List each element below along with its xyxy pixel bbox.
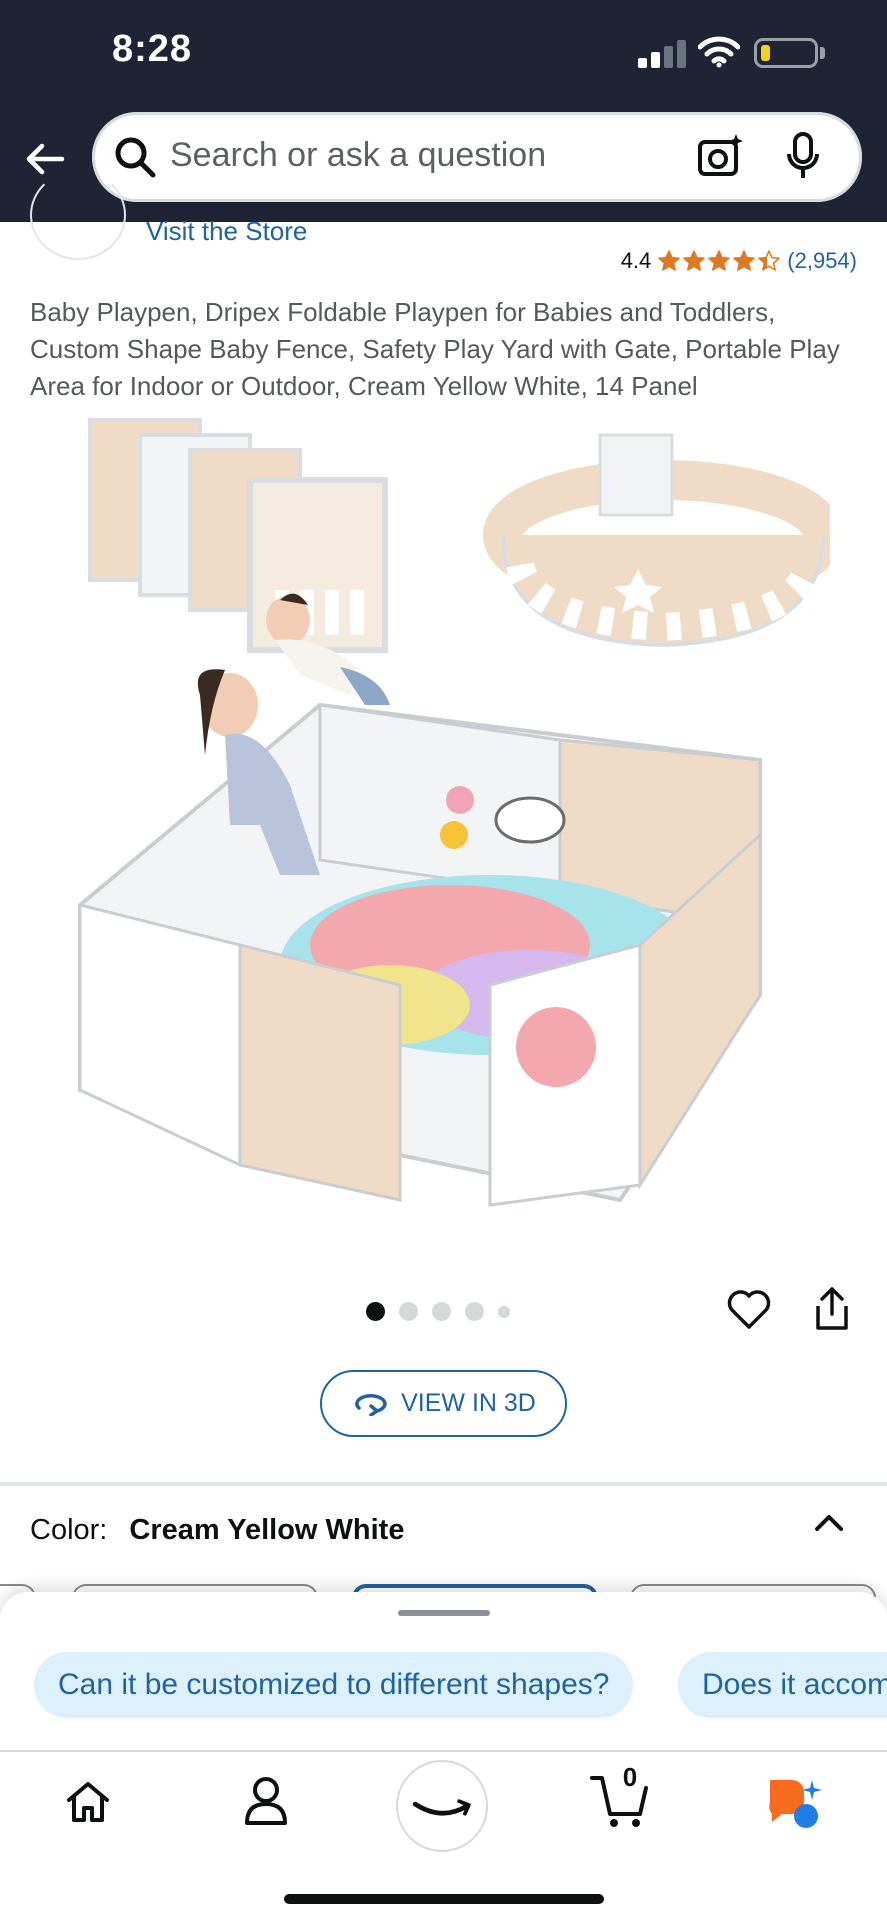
home-indicator [284, 1894, 604, 1904]
chevron-up-icon[interactable] [812, 1510, 846, 1534]
sheet-drag-handle[interactable] [398, 1610, 490, 1616]
rufus-question-sheet: Can it be customized to different shapes… [0, 1592, 887, 1752]
visit-store-link[interactable]: Visit the Store [146, 216, 307, 247]
carousel-dot[interactable] [465, 1302, 484, 1321]
star-icon [733, 250, 756, 271]
amazon-logo-button[interactable] [396, 1760, 488, 1852]
carousel-dot[interactable] [366, 1302, 385, 1321]
color-label: Color: [30, 1514, 108, 1546]
microphone-icon[interactable] [786, 132, 820, 182]
camera-icon[interactable] [696, 132, 744, 180]
star-rating [657, 249, 781, 273]
question-chip[interactable]: Does it accom [678, 1652, 887, 1718]
section-divider [0, 1482, 887, 1486]
star-icon [758, 250, 781, 271]
share-icon[interactable] [812, 1286, 852, 1332]
ring-playpen-illustration [483, 433, 830, 648]
product-page: 8:28 Search or ask a question Visit the … [0, 0, 887, 1920]
cellular-signal-icon [638, 40, 686, 68]
carousel-dot[interactable] [399, 1302, 418, 1321]
product-title: Baby Playpen, Dripex Foldable Playpen fo… [30, 297, 840, 401]
color-selector[interactable]: Color: Cream Yellow White [30, 1514, 404, 1547]
assembled-playpen-illustration [78, 593, 762, 1207]
status-time: 8:28 [112, 28, 193, 70]
question-chip[interactable]: Can it be customized to different shapes… [34, 1652, 634, 1718]
carousel-dot[interactable] [498, 1305, 510, 1318]
star-icon [683, 250, 706, 271]
rating-summary[interactable]: 4.4 (2,954) [621, 248, 857, 274]
rufus-icon[interactable] [766, 1776, 824, 1830]
rating-value: 4.4 [620, 248, 652, 273]
star-icon [658, 250, 681, 271]
view-in-3d-label: VIEW IN 3D [401, 1389, 536, 1417]
folded-playpen-illustration [88, 418, 388, 653]
cart-count: 0 [622, 1762, 638, 1792]
home-icon[interactable] [64, 1778, 112, 1826]
store-logo[interactable] [30, 170, 126, 260]
view-in-3d-button[interactable]: VIEW IN 3D [320, 1370, 567, 1437]
rating-count-link[interactable]: (2,954) [787, 248, 857, 274]
color-value: Cream Yellow White [129, 1514, 405, 1546]
account-icon[interactable] [244, 1776, 288, 1826]
rotate-3d-icon [355, 1393, 387, 1416]
wifi-icon [698, 36, 740, 68]
battery-icon [754, 38, 818, 68]
top-header: 8:28 Search or ask a question [0, 0, 887, 222]
product-image[interactable] [60, 405, 830, 1240]
image-carousel-dots [366, 1302, 510, 1321]
search-input[interactable]: Search or ask a question [170, 136, 546, 175]
search-bar[interactable]: Search or ask a question [92, 112, 862, 202]
heart-icon[interactable] [726, 1287, 772, 1333]
carousel-dot[interactable] [432, 1302, 451, 1321]
star-icon [708, 250, 731, 271]
amazon-smile-icon [412, 1799, 471, 1816]
search-icon [115, 137, 156, 178]
